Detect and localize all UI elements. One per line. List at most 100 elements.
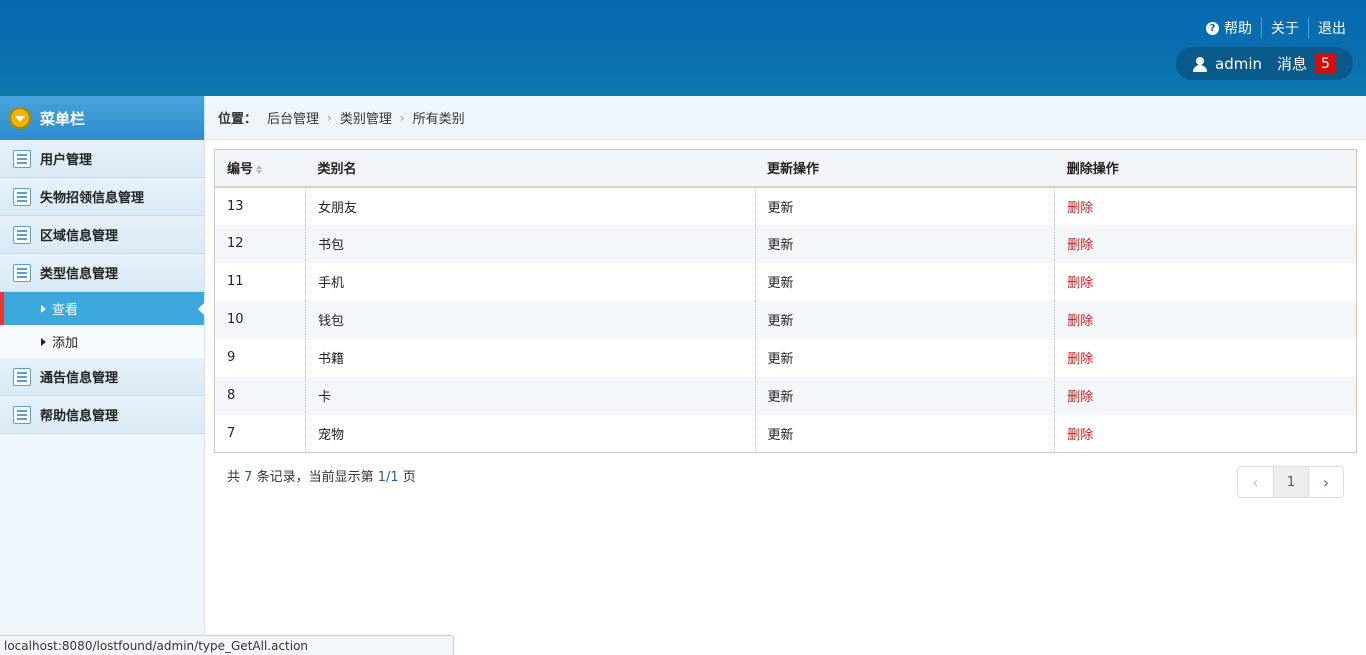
prev-page-button[interactable]: ‹: [1238, 467, 1273, 497]
update-link[interactable]: 更新: [768, 428, 794, 443]
cell-id: 8: [214, 376, 306, 415]
user-icon: [1192, 56, 1208, 72]
sidebar-item-type-management[interactable]: 类型信息管理: [0, 254, 204, 292]
sidebar-item-label: 失物招领信息管理: [40, 191, 145, 206]
cell-delete: 删除: [1054, 338, 1357, 377]
list-icon: [13, 367, 31, 386]
column-header-id[interactable]: 编号: [214, 149, 306, 188]
breadcrumb-position-label: 位置：: [218, 112, 258, 127]
sidebar-subitem-view[interactable]: 查看: [0, 292, 205, 325]
table-row: 8 卡 更新 删除: [214, 376, 1357, 415]
cell-name: 手机: [304, 262, 756, 301]
cell-update: 更新: [754, 338, 1055, 377]
sidebar-item-label: 通告信息管理: [40, 371, 119, 386]
table-row: 10 钱包 更新 删除: [214, 300, 1357, 339]
cell-id: 10: [214, 300, 306, 339]
username[interactable]: admin: [1215, 55, 1262, 73]
cell-id: 9: [227, 350, 236, 365]
cell-update: 更新: [754, 376, 1055, 415]
breadcrumb-item: 所有类别: [412, 112, 465, 127]
delete-link[interactable]: 删除: [1067, 352, 1093, 367]
sidebar-title: 菜单栏: [40, 109, 86, 128]
records-page: 1/1: [377, 470, 399, 485]
about-link[interactable]: 关于: [1261, 18, 1308, 38]
update-link[interactable]: 更新: [768, 276, 794, 291]
cell-name: 书包: [304, 224, 756, 263]
breadcrumb-item[interactable]: 后台管理: [267, 108, 319, 127]
cell-name: 宠物: [304, 414, 756, 453]
cell-delete: 删除: [1054, 414, 1357, 453]
delete-link[interactable]: 删除: [1067, 390, 1093, 405]
sidebar-item-label: 区域信息管理: [40, 229, 119, 244]
column-header-label: 编号: [227, 162, 254, 178]
browser-status-url: localhost:8080/lostfound/admin/type_GetA…: [0, 635, 454, 655]
caret-right-icon: [41, 337, 46, 346]
sidebar-item-user-management[interactable]: 用户管理: [0, 140, 204, 178]
records-middle: 条记录，当前显示第: [256, 470, 374, 485]
delete-link[interactable]: 删除: [1067, 276, 1093, 291]
column-header-name: 类别名: [305, 149, 756, 188]
table-row: 12 书包 更新 删除: [214, 224, 1357, 263]
records-total: 7: [244, 470, 253, 485]
delete-link[interactable]: 删除: [1067, 201, 1093, 216]
sidebar-item-lost-found-management[interactable]: 失物招领信息管理: [0, 178, 204, 216]
list-icon: [13, 263, 31, 282]
sidebar-item-area-management[interactable]: 区域信息管理: [0, 216, 204, 254]
delete-link[interactable]: 删除: [1067, 428, 1093, 443]
page-button-current[interactable]: 1: [1273, 467, 1308, 497]
help-label: 帮助: [1224, 21, 1252, 37]
sidebar-item-notice-management[interactable]: 通告信息管理: [0, 358, 204, 396]
sidebar-subitem-add[interactable]: 添加: [0, 325, 204, 358]
chevron-right-icon: ›: [399, 110, 405, 125]
cell-name: 女朋友: [304, 186, 756, 225]
cell-update: 更新: [754, 224, 1055, 263]
next-page-button[interactable]: ›: [1308, 467, 1343, 497]
list-icon: [13, 225, 31, 244]
category-table: 编号 类别名 更新操作 删除操作 13 女朋友 更新 删除 12 书包 更新 删…: [214, 149, 1357, 453]
sidebar-item-help-management[interactable]: 帮助信息管理: [0, 396, 204, 434]
update-link[interactable]: 更新: [768, 390, 794, 405]
table-header-row: 编号 类别名 更新操作 删除操作: [214, 149, 1357, 188]
delete-link[interactable]: 删除: [1067, 314, 1093, 329]
logout-link[interactable]: 退出: [1308, 18, 1346, 38]
message-count-badge[interactable]: 5: [1315, 53, 1337, 74]
cell-name: 钱包: [304, 300, 756, 339]
caret-right-icon: [41, 304, 46, 313]
column-header-delete: 删除操作: [1054, 149, 1357, 188]
chevron-right-icon: ›: [327, 110, 332, 125]
column-header-update: 更新操作: [755, 149, 1055, 188]
sidebar-subitem-label: 查看: [52, 303, 79, 318]
breadcrumb-item[interactable]: 类别管理: [340, 108, 392, 127]
cell-delete: 删除: [1054, 300, 1357, 339]
user-box: admin 消息 5: [1176, 47, 1353, 80]
list-icon: [13, 405, 31, 424]
cell-id: 12: [214, 224, 306, 263]
cell-update: 更新: [754, 414, 1055, 453]
update-link[interactable]: 更新: [768, 352, 794, 367]
sidebar-item-label: 类型信息管理: [40, 267, 119, 282]
message-link[interactable]: 消息: [1277, 53, 1307, 74]
sort-icon[interactable]: [256, 165, 263, 175]
cell-name: 卡: [304, 376, 756, 415]
cell-update: 更新: [754, 300, 1055, 339]
pagination: ‹ 1 ›: [1237, 466, 1344, 498]
update-link[interactable]: 更新: [768, 201, 794, 216]
records-prefix: 共: [227, 470, 241, 485]
table-row: 9 书籍 更新 删除: [215, 338, 1357, 377]
cell-delete: 删除: [1054, 376, 1357, 415]
cell-delete: 删除: [1054, 224, 1357, 263]
help-icon: ?: [1206, 21, 1219, 35]
update-link[interactable]: 更新: [768, 238, 794, 253]
collapse-toggle-icon[interactable]: [9, 107, 31, 129]
breadcrumb: 位置： 后台管理 › 类别管理 › 所有类别: [205, 96, 1366, 140]
list-icon: [13, 149, 31, 168]
cell-id: 11: [227, 274, 244, 289]
record-count-info: 共 7 条记录，当前显示第 1/1 页: [227, 466, 416, 485]
sidebar-header[interactable]: 菜单栏: [0, 96, 204, 140]
records-suffix: 页: [402, 470, 416, 485]
update-link[interactable]: 更新: [768, 314, 794, 329]
sidebar-subitem-label: 添加: [52, 336, 79, 351]
sidebar-item-label: 用户管理: [40, 153, 93, 168]
help-link[interactable]: ? 帮助: [1197, 18, 1261, 38]
delete-link[interactable]: 删除: [1067, 238, 1093, 253]
